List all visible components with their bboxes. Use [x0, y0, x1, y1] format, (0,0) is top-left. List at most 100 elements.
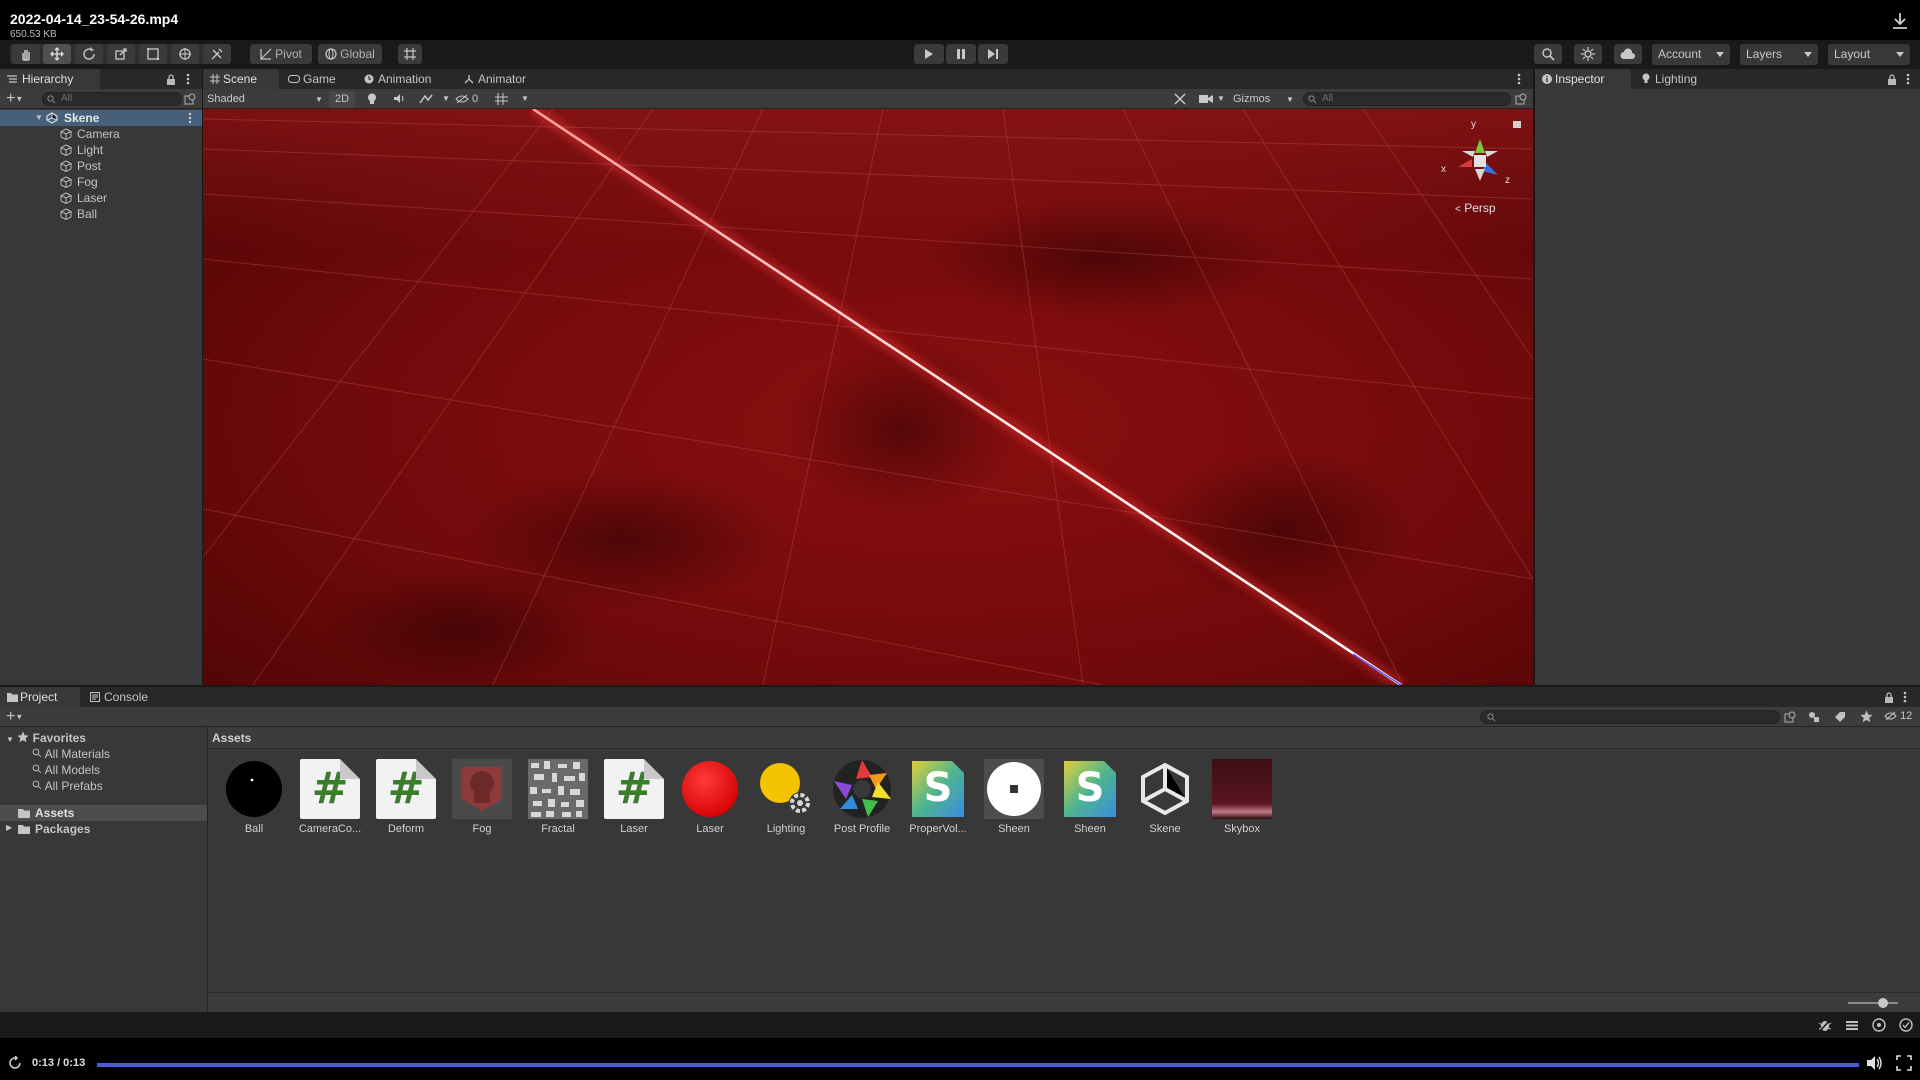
hierarchy-item-fog[interactable]: Fog — [0, 174, 202, 190]
account-dropdown[interactable]: Account — [1652, 44, 1730, 65]
shading-mode-dropdown[interactable]: Shaded ▼ — [207, 91, 325, 108]
zoom-slider-handle[interactable] — [1878, 998, 1888, 1008]
grid-snap-button[interactable] — [398, 44, 422, 64]
hidden-packages-toggle[interactable]: 12 — [1884, 710, 1912, 722]
tab-animator[interactable]: Animator — [458, 69, 543, 89]
fullscreen-icon[interactable] — [1896, 1055, 1912, 1071]
hierarchy-search-input[interactable]: All — [42, 92, 182, 106]
breadcrumb-assets[interactable]: Assets — [212, 731, 251, 745]
global-toggle[interactable]: Global — [318, 44, 382, 64]
scene-menu-icon[interactable] — [188, 112, 192, 124]
hierarchy-item-light[interactable]: Light — [0, 142, 202, 158]
hierarchy-item-label: Post — [77, 159, 102, 173]
stack-icon[interactable] — [1845, 1019, 1859, 1032]
expand-arrow-icon: ▼ — [6, 735, 14, 744]
scene-viewport[interactable]: y x z < Persp — [203, 109, 1533, 685]
layers-dropdown[interactable]: Layers — [1740, 44, 1818, 65]
favorite-all-prefabs[interactable]: All Prefabs — [32, 779, 103, 793]
effects-dropdown-icon[interactable]: ▼ — [442, 94, 450, 103]
kebab-menu-icon[interactable] — [1906, 73, 1910, 85]
search-options-icon[interactable] — [184, 93, 196, 105]
search-options-icon[interactable] — [1515, 93, 1527, 105]
pause-button[interactable] — [946, 44, 976, 64]
hierarchy-item-label: Ball — [77, 207, 98, 221]
tab-game[interactable]: Game — [283, 69, 353, 89]
kebab-menu-icon[interactable] — [1903, 691, 1907, 703]
expand-arrow-icon[interactable]: ▼ — [35, 110, 43, 126]
cloud-button[interactable] — [1614, 44, 1642, 64]
folder-packages[interactable]: ▶ Packages — [0, 821, 207, 837]
favorites-header[interactable]: ▼ Favorites — [6, 731, 86, 745]
grid-dropdown-icon[interactable]: ▼ — [521, 94, 529, 103]
custom-tool-button[interactable] — [203, 44, 231, 64]
step-button[interactable] — [978, 44, 1008, 64]
transform-tool-button[interactable] — [171, 44, 199, 64]
projection-toggle[interactable]: < Persp — [1455, 201, 1496, 215]
lightbulb-icon[interactable] — [367, 93, 377, 105]
network-icon[interactable] — [1872, 1018, 1886, 1032]
search-toolbar-button[interactable] — [1534, 44, 1562, 64]
rect-icon — [147, 48, 159, 60]
zoom-slider-track[interactable] — [1848, 1002, 1898, 1004]
tab-animation[interactable]: Animation — [358, 69, 450, 89]
tools-icon[interactable] — [1174, 93, 1186, 105]
favorite-label: All Models — [44, 763, 101, 777]
favorite-all-models[interactable]: All Models — [32, 763, 100, 777]
play-button[interactable] — [914, 44, 944, 64]
hierarchy-scene-row[interactable]: ▼ Skene — [0, 110, 202, 126]
lock-icon[interactable] — [1884, 692, 1894, 703]
folder-assets[interactable]: Assets — [0, 805, 207, 821]
tab-lighting[interactable]: Lighting — [1635, 69, 1715, 89]
bug-icon[interactable] — [1818, 1019, 1832, 1032]
rotate-tool-button[interactable] — [75, 44, 103, 64]
tab-project[interactable]: Project — [0, 687, 80, 707]
lock-icon[interactable] — [1887, 74, 1897, 85]
grid-toggle-icon[interactable] — [495, 93, 508, 105]
pivot-toggle[interactable]: Pivot — [250, 44, 312, 64]
video-progress-bar[interactable] — [97, 1063, 1859, 1067]
create-plus-button[interactable]: +▼ — [6, 90, 23, 106]
lock-icon[interactable] — [166, 74, 176, 85]
search-options-icon[interactable] — [1784, 711, 1796, 723]
rect-tool-button[interactable] — [139, 44, 167, 64]
star-icon[interactable] — [1860, 710, 1873, 723]
hidden-objects-toggle[interactable]: 0 — [455, 91, 487, 108]
hierarchy-item-ball[interactable]: Ball — [0, 206, 202, 222]
asset-name: Sheen — [1074, 823, 1106, 835]
hand-tool-button[interactable] — [12, 44, 40, 64]
expand-arrow-icon[interactable]: ▶ — [6, 823, 12, 832]
hierarchy-item-post[interactable]: Post — [0, 158, 202, 174]
kebab-menu-icon[interactable] — [186, 73, 190, 85]
hierarchy-item-camera[interactable]: Camera — [0, 126, 202, 142]
tab-console[interactable]: Console — [84, 687, 164, 707]
audio-icon[interactable] — [393, 93, 405, 104]
project-search-input[interactable] — [1480, 710, 1780, 724]
hierarchy-item-laser[interactable]: Laser — [0, 190, 202, 206]
tab-scene[interactable]: Scene — [203, 69, 279, 89]
layout-dropdown[interactable]: Layout — [1828, 44, 1910, 65]
download-icon[interactable] — [1890, 11, 1910, 31]
favorite-all-materials[interactable]: All Materials — [32, 747, 110, 761]
check-circle-icon[interactable] — [1899, 1018, 1913, 1032]
scale-tool-button[interactable] — [107, 44, 135, 64]
filter-label-icon[interactable] — [1834, 711, 1846, 723]
gameobject-icon — [60, 160, 72, 172]
list-icon — [7, 75, 17, 83]
tab-inspector[interactable]: Inspector — [1535, 69, 1631, 89]
camera-dropdown-icon[interactable]: ▼ — [1217, 94, 1225, 103]
white-sphere-icon — [984, 759, 1044, 819]
tab-hierarchy[interactable]: Hierarchy — [0, 69, 100, 89]
move-tool-button[interactable] — [43, 44, 71, 64]
filter-type-icon[interactable] — [1808, 711, 1820, 723]
effects-icon[interactable] — [419, 93, 433, 105]
replay-icon[interactable] — [8, 1056, 22, 1070]
volume-icon[interactable] — [1866, 1055, 1884, 1071]
scene-menu-icon[interactable] — [1517, 73, 1521, 85]
services-button[interactable] — [1574, 44, 1602, 64]
scene-search-input[interactable]: All — [1303, 92, 1511, 106]
camera-icon[interactable] — [1199, 94, 1213, 104]
project-create-button[interactable]: +▼ — [6, 708, 23, 724]
gizmos-dropdown[interactable]: Gizmos ▼ — [1233, 91, 1295, 108]
2d-toggle[interactable]: 2D — [329, 91, 355, 108]
panel-divider[interactable] — [207, 727, 208, 1012]
